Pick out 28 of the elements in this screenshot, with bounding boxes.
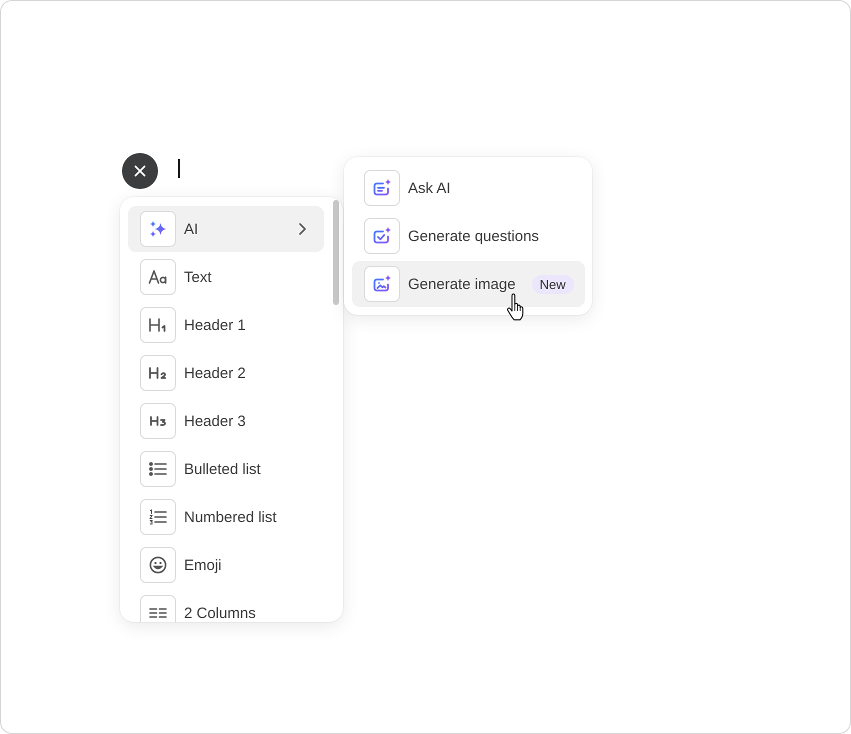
bulleted-list-icon <box>140 451 176 487</box>
menu-item[interactable]: Generate image New <box>352 261 585 307</box>
menu-item[interactable]: Text <box>128 254 324 300</box>
numbered-list-icon <box>140 499 176 535</box>
smiley-icon <box>140 547 176 583</box>
menu-item[interactable]: Header 1 <box>128 302 324 348</box>
heading-one-icon <box>140 307 176 343</box>
scrollbar-thumb[interactable] <box>333 200 339 305</box>
menu-item[interactable]: Emoji <box>128 542 324 588</box>
menu-item[interactable]: Header 2 <box>128 350 324 396</box>
sparkles-icon <box>140 211 176 247</box>
chat-sparkle-icon <box>364 170 400 206</box>
menu-item[interactable]: Numbered list <box>128 494 324 540</box>
close-icon <box>134 165 146 177</box>
menu-item[interactable]: Header 3 <box>128 398 324 444</box>
image-sparkle-icon <box>364 266 400 302</box>
heading-three-icon <box>140 403 176 439</box>
new-badge: New <box>532 274 574 294</box>
menu-item[interactable]: Bulleted list <box>128 446 324 492</box>
text-format-icon <box>140 259 176 295</box>
heading-two-icon <box>140 355 176 391</box>
menu-item[interactable]: Ask AI <box>352 165 585 211</box>
menu-item[interactable]: 2 Columns <box>128 590 324 622</box>
checkbox-sparkle-icon <box>364 218 400 254</box>
close-button[interactable] <box>122 153 158 189</box>
menu-item[interactable]: Generate questions <box>352 213 585 259</box>
text-caret <box>178 159 180 178</box>
menu-item[interactable]: AI <box>128 206 324 252</box>
